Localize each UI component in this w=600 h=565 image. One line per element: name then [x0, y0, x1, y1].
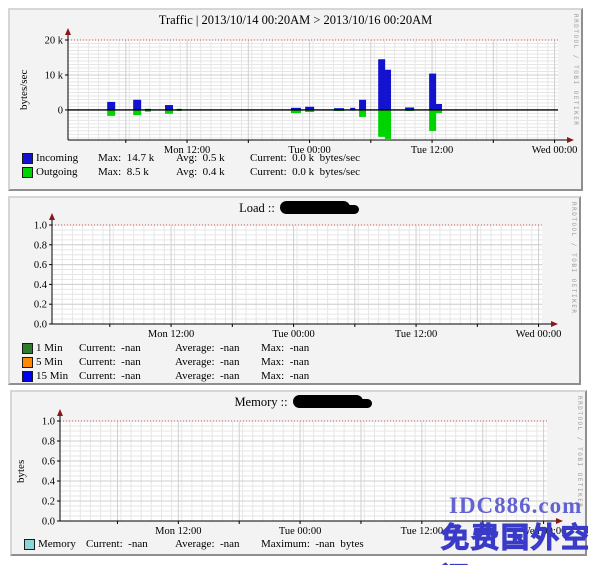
15min-current: Current: -nan — [79, 370, 175, 382]
memory-average: Average: -nan — [175, 538, 261, 550]
incoming-avg: Avg: 0.5 k — [176, 152, 250, 164]
incoming-label: Incoming — [36, 152, 98, 164]
y-tick-label: 1.0 — [34, 221, 47, 232]
load-graph-panel: Load :: RRDTOOL / TOBI OETIKER 0.00.20.4… — [8, 196, 581, 385]
y-tick-label: 0 — [58, 105, 63, 116]
outgoing-avg: Avg: 0.4 k — [176, 166, 250, 178]
load-legend: 1 Min Current: -nan Average: -nan Max: -… — [22, 341, 571, 383]
y-tick-label: 0.0 — [42, 517, 55, 528]
y-tick-label: 0.6 — [34, 260, 47, 271]
5min-current: Current: -nan — [79, 356, 175, 368]
1min-current: Current: -nan — [79, 342, 175, 354]
5min-swatch — [22, 357, 33, 368]
y-tick-label: 0.2 — [42, 497, 55, 508]
outgoing-current: Current: 0.0 k bytes/sec — [250, 166, 573, 178]
x-tick-label: Mon 12:00 — [148, 329, 194, 340]
1min-average: Average: -nan — [175, 342, 261, 354]
y-tick-label: 0.8 — [42, 437, 55, 448]
legend-row-outgoing: Outgoing Max: 8.5 k Avg: 0.4 k Current: … — [22, 165, 573, 179]
chinese-watermark: 免费国外空间 — [441, 516, 600, 565]
y-tick-label: 0.4 — [34, 280, 48, 291]
15min-max: Max: -nan — [261, 370, 571, 382]
x-tick-label: Tue 12:00 — [401, 526, 444, 537]
monitoring-page: Traffic | 2013/10/14 00:20AM > 2013/10/1… — [0, 0, 600, 565]
incoming-swatch — [22, 153, 33, 164]
1min-label: 1 Min — [36, 342, 79, 354]
traffic-graph-panel: Traffic | 2013/10/14 00:20AM > 2013/10/1… — [8, 8, 583, 191]
legend-row-incoming: Incoming Max: 14.7 k Avg: 0.5 k Current:… — [22, 151, 573, 165]
y-tick-label: 0.2 — [34, 300, 47, 311]
outgoing-label: Outgoing — [36, 166, 98, 178]
x-axis-arrow — [551, 321, 558, 327]
incoming-max: Max: 14.7 k — [98, 152, 176, 164]
legend-row-5min: 5 Min Current: -nan Average: -nan Max: -… — [22, 355, 571, 369]
outgoing-max: Max: 8.5 k — [98, 166, 176, 178]
x-axis-arrow — [567, 137, 574, 143]
x-tick-label: Mon 12:00 — [155, 526, 201, 537]
y-axis-arrow — [57, 409, 63, 416]
x-tick-label: Tue 12:00 — [395, 329, 438, 340]
1min-max: Max: -nan — [261, 342, 571, 354]
legend-row-15min: 15 Min Current: -nan Average: -nan Max: … — [22, 369, 571, 383]
15min-average: Average: -nan — [175, 370, 261, 382]
5min-max: Max: -nan — [261, 356, 571, 368]
outgoing-swatch — [22, 167, 33, 178]
y-axis-arrow — [65, 28, 71, 35]
x-tick-label: Wed 00:00 — [516, 329, 562, 340]
15min-swatch — [22, 371, 33, 382]
15min-label: 15 Min — [36, 370, 79, 382]
x-tick-label: Tue 00:00 — [272, 329, 315, 340]
memory-current: Current: -nan — [86, 538, 175, 550]
incoming-current: Current: 0.0 k bytes/sec — [250, 152, 573, 164]
y-tick-label: 10 k — [45, 70, 64, 81]
memory-swatch — [24, 539, 35, 550]
grid-minor — [52, 225, 542, 324]
y-tick-label: 0.6 — [42, 457, 55, 468]
y-tick-label: 20 k — [45, 36, 64, 47]
y-tick-label: 0.0 — [34, 320, 47, 331]
1min-swatch — [22, 343, 33, 354]
5min-average: Average: -nan — [175, 356, 261, 368]
y-axis-arrow — [49, 213, 55, 220]
memory-label: Memory — [38, 538, 86, 550]
traffic-legend: Incoming Max: 14.7 k Avg: 0.5 k Current:… — [22, 151, 573, 179]
y-tick-label: 0.8 — [34, 240, 47, 251]
y-tick-label: 0.4 — [42, 477, 56, 488]
5min-label: 5 Min — [36, 356, 79, 368]
y-tick-label: 1.0 — [42, 417, 55, 428]
legend-row-1min: 1 Min Current: -nan Average: -nan Max: -… — [22, 341, 571, 355]
x-tick-label: Tue 00:00 — [279, 526, 322, 537]
